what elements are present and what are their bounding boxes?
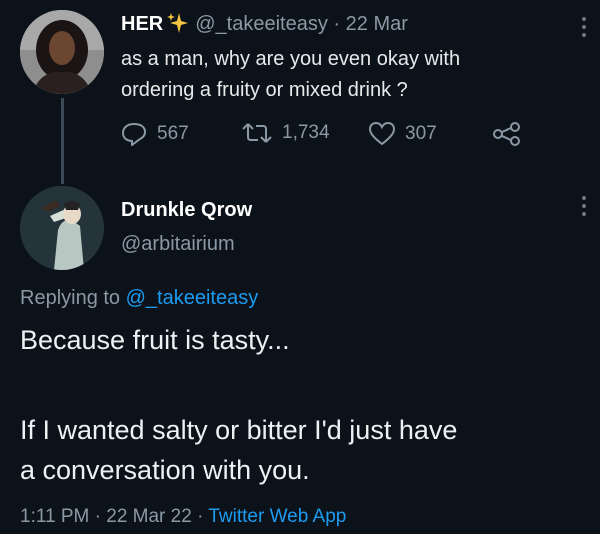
reply-count: 567: [157, 123, 189, 144]
author-name[interactable]: HER: [121, 13, 163, 35]
tweet-text-line: as a man, why are you even okay with: [121, 48, 461, 70]
reply-icon: [121, 122, 147, 146]
reply-metadata: 1:11 PM · 22 Mar 22 · Twitter Web App: [20, 506, 347, 527]
retweet-icon: [242, 123, 272, 143]
tweet-date[interactable]: 22 Mar: [346, 13, 408, 35]
like-button[interactable]: 307: [369, 122, 437, 146]
share-icon: [493, 122, 520, 146]
tweet-header: HER @_takeeiteasy · 22 Mar: [121, 12, 408, 40]
avatar-her[interactable]: [20, 10, 104, 94]
reply-source-link[interactable]: Twitter Web App: [208, 506, 346, 527]
reply-author-handle[interactable]: @arbitairium: [121, 233, 235, 256]
reply-author-name[interactable]: Drunkle Qrow: [121, 199, 252, 222]
replying-to-handle-link[interactable]: @_takeeiteasy: [126, 287, 259, 309]
thread-connector: [61, 98, 64, 184]
retweet-count: 1,734: [282, 122, 330, 143]
reply-text-line: If I wanted salty or bitter I'd just hav…: [20, 415, 458, 445]
retweet-button[interactable]: 1,734: [242, 122, 330, 144]
more-options-icon[interactable]: [582, 196, 586, 220]
author-handle[interactable]: @_takeeiteasy: [195, 13, 328, 35]
separator-dot: ·: [333, 13, 341, 35]
reply-time[interactable]: 1:11 PM: [20, 506, 89, 527]
reply-text-line: a conversation with you.: [20, 455, 310, 485]
sparkles-icon: [167, 12, 189, 40]
tweet-text: as a man, why are you even okay with ord…: [121, 44, 460, 106]
reply-text-line: Because fruit is tasty...: [20, 325, 290, 355]
more-options-icon[interactable]: [582, 17, 586, 41]
reply-date[interactable]: 22 Mar 22: [106, 506, 192, 527]
avatar-drunkle-qrow[interactable]: [20, 186, 104, 270]
replying-to-label: Replying to: [20, 287, 121, 309]
like-count: 307: [405, 123, 437, 144]
share-button[interactable]: [493, 122, 531, 146]
heart-icon: [369, 122, 395, 146]
reply-button[interactable]: 567: [121, 122, 189, 146]
replying-to: Replying to @_takeeiteasy: [20, 287, 258, 310]
tweet-text-line: ordering a fruity or mixed drink ?: [121, 79, 408, 101]
